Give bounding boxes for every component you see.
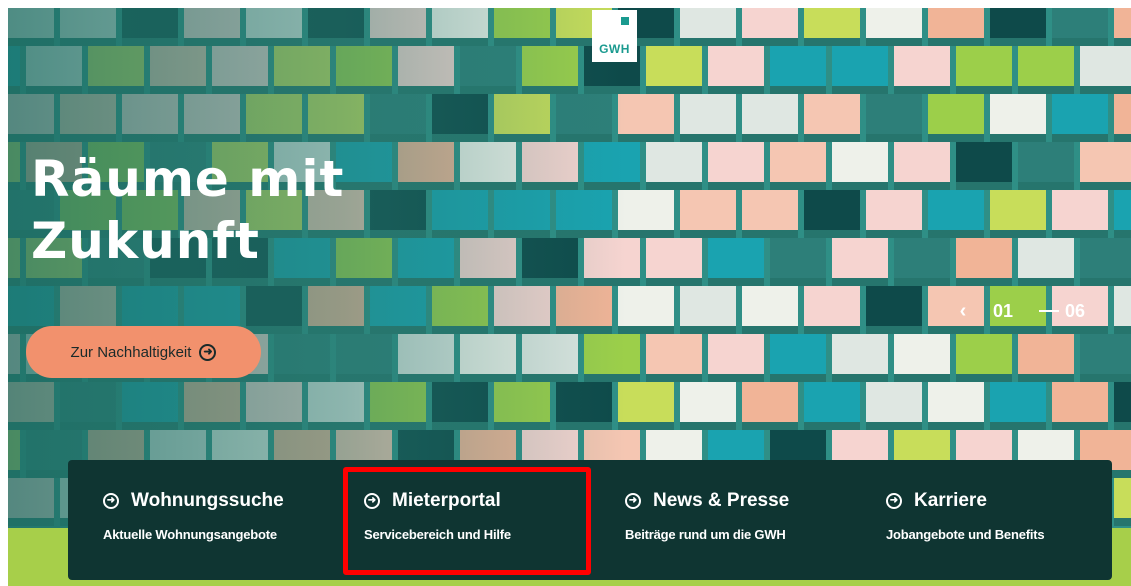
quicknav-subtitle: Aktuelle Wohnungsangebote (103, 527, 277, 542)
quicknav-item-wohnungssuche[interactable]: ➜ Wohnungssuche Aktuelle Wohnungsangebote (68, 460, 329, 580)
quicknav-subtitle: Jobangebote und Benefits (886, 527, 1045, 542)
headline-line-1: Räume mit (31, 150, 345, 208)
quick-navigation: ➜ Wohnungssuche Aktuelle Wohnungsangebote… (68, 460, 1112, 580)
quicknav-title: Karriere (914, 490, 987, 511)
quicknav-subtitle: Servicebereich und Hilfe (364, 527, 511, 542)
arrow-circle-right-icon: ➜ (364, 493, 380, 509)
arrow-circle-right-icon: ➜ (199, 343, 217, 361)
slide-progress-fill (1019, 310, 1040, 312)
hero-headline: Räume mit Zukunft (31, 148, 511, 272)
arrow-circle-right-icon: ➜ (103, 493, 119, 509)
quicknav-title: Wohnungssuche (131, 490, 284, 511)
quicknav-title: News & Presse (653, 490, 790, 511)
logo-square-icon (621, 17, 629, 25)
gwh-logo[interactable]: GWH (592, 10, 637, 62)
nachhaltigkeit-button[interactable]: Zur Nachhaltigkeit ➜ (26, 326, 261, 378)
slide-current: 01 (993, 300, 1014, 321)
quicknav-item-karriere[interactable]: ➜ Karriere Jobangebote und Benefits (851, 460, 1112, 580)
quicknav-item-mieterportal[interactable]: ➜ Mieterportal Servicebereich und Hilfe (329, 460, 590, 580)
logo-text: GWH (599, 42, 630, 56)
headline-line-2: Zukunft (31, 212, 260, 270)
chevron-left-icon[interactable]: ‹ (948, 300, 978, 323)
quicknav-item-news-presse[interactable]: ➜ News & Presse Beiträge rund um die GWH (590, 460, 851, 580)
slide-progress-bar (1019, 310, 1060, 312)
arrow-circle-right-icon: ➜ (625, 493, 641, 509)
slide-total: 06 (1065, 300, 1086, 321)
arrow-circle-right-icon: ➜ (886, 493, 902, 509)
quicknav-subtitle: Beiträge rund um die GWH (625, 527, 786, 542)
quicknav-title: Mieterportal (392, 490, 501, 511)
cta-label: Zur Nachhaltigkeit (70, 343, 192, 361)
slider-controls: ‹ 01 06 (948, 296, 1085, 326)
